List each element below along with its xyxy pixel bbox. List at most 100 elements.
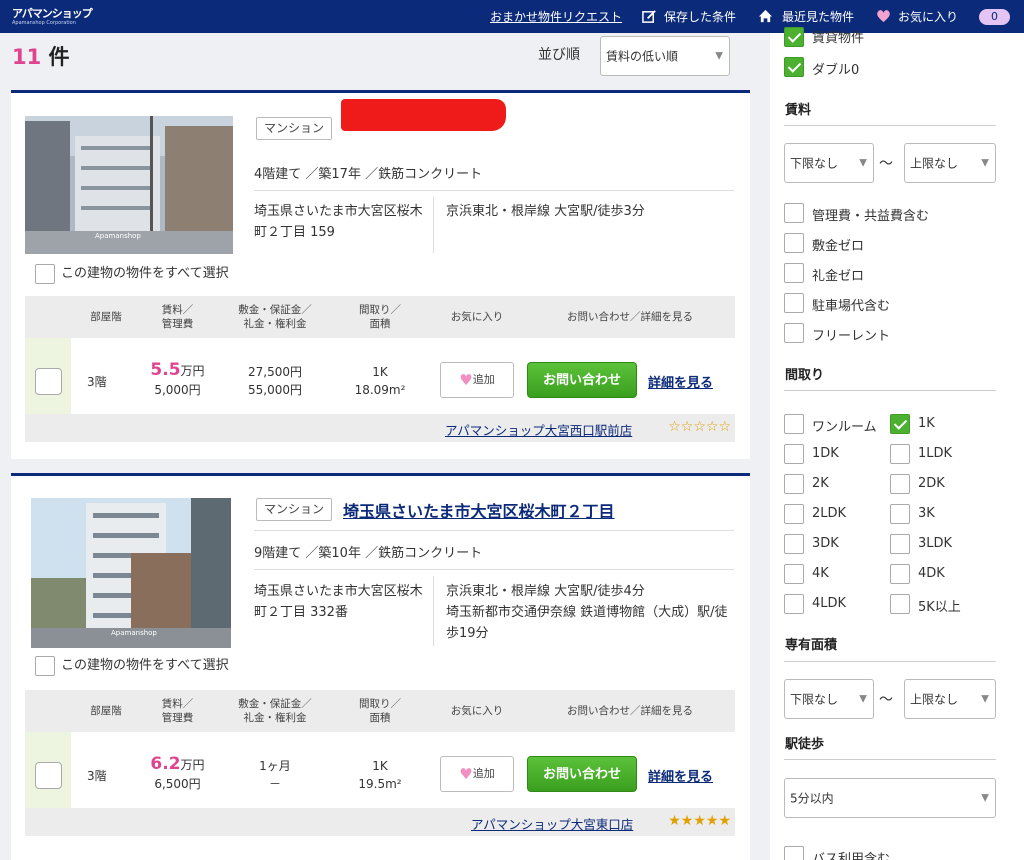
col-layout-line2: 面積 xyxy=(369,712,391,724)
chevron-down-icon: ▼ xyxy=(715,50,723,62)
area-max-select[interactable]: 上限なし ▼ xyxy=(904,679,996,719)
view-details-link[interactable]: 詳細を見る xyxy=(648,766,713,785)
checkbox-include-mgmt[interactable] xyxy=(784,203,804,223)
site-header: アパマンショップ Apamanshop Corporation おまかせ物件リク… xyxy=(0,0,1024,33)
select-all-building[interactable]: この建物の物件をすべて選択 xyxy=(35,654,229,676)
favorites-count-badge: 0 xyxy=(979,9,1010,25)
walk-time-select[interactable]: 5分以内 ▼ xyxy=(784,778,996,818)
divider xyxy=(433,197,434,253)
home-icon xyxy=(758,9,773,23)
shop-link[interactable]: アパマンショップ大宮東口店 xyxy=(471,814,633,833)
col-favorite: お気に入り xyxy=(450,311,504,323)
shop-link[interactable]: アパマンショップ大宮西口駅前店 xyxy=(445,420,632,439)
checkbox-include-bus[interactable] xyxy=(784,846,804,860)
add-favorite-button[interactable]: ♥追加 xyxy=(440,362,514,398)
area-max-value: 上限なし xyxy=(910,692,959,707)
unit-checkbox[interactable] xyxy=(35,762,62,789)
checkbox-include-parking[interactable] xyxy=(784,293,804,313)
col-favorite: お気に入り xyxy=(450,705,504,717)
checkbox-layout[interactable] xyxy=(890,594,910,614)
saved-conditions-link[interactable]: 保存した条件 xyxy=(642,8,736,25)
divider xyxy=(784,759,996,760)
checkbox-layout-label: 3K xyxy=(918,506,935,521)
key-money-value: － xyxy=(268,777,281,791)
property-photo[interactable]: Apamanshop xyxy=(25,116,233,254)
property-address: 埼玉県さいたま市大宮区桜木町２丁目 332番 xyxy=(254,584,423,620)
checkbox-free-rent-label: フリーレント xyxy=(812,329,891,344)
results-panel: 11 件 並び順 賃料の低い順 ▼ Apamanshop マンション 4階建て ／… xyxy=(0,33,770,860)
recent-viewed-link[interactable]: 最近見た物件 xyxy=(758,8,854,25)
sort-select[interactable]: 賃料の低い順 ▼ xyxy=(600,36,730,76)
property-type-badge: マンション xyxy=(256,117,332,140)
checkbox-layout[interactable] xyxy=(784,594,804,614)
photo-watermark: Apamanshop xyxy=(111,629,157,637)
rent-min-select[interactable]: 下限なし ▼ xyxy=(784,143,874,183)
area-min-value: 下限なし xyxy=(790,692,839,707)
rent-max-select[interactable]: 上限なし ▼ xyxy=(904,143,996,183)
view-details-link[interactable]: 詳細を見る xyxy=(648,372,713,391)
rent-max-value: 上限なし xyxy=(910,156,959,171)
layout-value: 1K xyxy=(372,759,388,773)
checkbox-layout[interactable] xyxy=(784,474,804,494)
add-favorite-button[interactable]: ♥追加 xyxy=(440,756,514,792)
station-access: 京浜東北・根岸線 大宮駅/徒歩4分 埼玉新都市交通伊奈線 鉄道博物館（大成）駅/… xyxy=(446,581,736,644)
rent-heading: 賃料 xyxy=(785,103,812,118)
checkbox-layout[interactable] xyxy=(784,444,804,464)
col-rent-line1: 賃料／ xyxy=(161,304,194,316)
walk-time-value: 5分以内 xyxy=(790,791,834,806)
search-filter-sidebar: 賃貸物件 ダブル0 賃料 下限なし ▼ ～ 上限なし ▼ 管理費・共益費含む 敷金ゼ… xyxy=(770,27,1024,860)
checkbox-layout[interactable] xyxy=(890,504,910,524)
select-all-building[interactable]: この建物の物件をすべて選択 xyxy=(35,262,229,284)
inquiry-button[interactable]: お問い合わせ xyxy=(527,756,637,792)
checkbox-layout[interactable] xyxy=(784,534,804,554)
divider xyxy=(784,125,996,126)
col-rent: 賃料／ 管理費 xyxy=(140,296,215,338)
col-layout-line1: 間取り／ xyxy=(359,698,401,710)
checkbox-include-parking-label: 駐車場代含む xyxy=(812,299,891,314)
checkbox-layout[interactable] xyxy=(784,504,804,524)
select-all-label: この建物の物件をすべて選択 xyxy=(61,658,229,673)
checkbox-layout[interactable] xyxy=(890,414,910,434)
checkbox-double-zero[interactable] xyxy=(784,57,804,77)
checkbox-no-deposit-label: 敷金ゼロ xyxy=(812,239,865,254)
saved-conditions-label: 保存した条件 xyxy=(664,10,737,24)
checkbox-layout[interactable] xyxy=(784,564,804,584)
favorites-link[interactable]: お気に入り xyxy=(876,8,958,25)
redacted-title xyxy=(341,99,506,131)
divider xyxy=(254,530,734,531)
checkbox-layout-label: 2DK xyxy=(918,476,945,491)
shop-rating-stars: ★★★★★ xyxy=(668,813,731,829)
request-link[interactable]: おまかせ物件リクエスト xyxy=(490,8,622,25)
checkbox-layout-label: 5K以上 xyxy=(918,600,961,615)
checkbox-layout[interactable] xyxy=(890,444,910,464)
property-title-link[interactable]: 埼玉県さいたま市大宮区桜木町２丁目 xyxy=(343,498,615,522)
checkbox-layout[interactable] xyxy=(890,474,910,494)
site-logo[interactable]: アパマンショップ Apamanshop Corporation xyxy=(10,4,93,28)
layout-heading: 間取り xyxy=(785,368,825,383)
result-count-unit: 件 xyxy=(48,45,70,69)
property-card: Apamanshop マンション 埼玉県さいたま市大宮区桜木町２丁目 9階建て … xyxy=(11,473,750,860)
checkbox-layout[interactable] xyxy=(890,534,910,554)
management-fee: 6,500円 xyxy=(154,777,201,791)
select-all-checkbox[interactable] xyxy=(35,655,55,676)
select-all-checkbox[interactable] xyxy=(35,263,55,284)
chevron-down-icon: ▼ xyxy=(981,792,989,804)
unit-checkbox[interactable] xyxy=(35,368,62,395)
unit-row: 3階 5.5万円 5,000円 27,500円 55,000円 1K 18.09m² … xyxy=(25,338,735,442)
checkbox-layout[interactable] xyxy=(890,564,910,584)
col-rent-line2: 管理費 xyxy=(161,712,194,724)
checkbox-no-deposit[interactable] xyxy=(784,233,804,253)
checkbox-layout-label: 3DK xyxy=(812,536,839,551)
checkbox-no-key-money[interactable] xyxy=(784,263,804,283)
checkbox-layout[interactable] xyxy=(784,414,804,434)
property-photo[interactable]: Apamanshop xyxy=(31,498,231,648)
inquiry-button[interactable]: お問い合わせ xyxy=(527,362,637,398)
checkbox-free-rent[interactable] xyxy=(784,323,804,343)
area-min-select[interactable]: 下限なし ▼ xyxy=(784,679,874,719)
checkbox-layout-label: 2K xyxy=(812,476,829,491)
checkbox-rental[interactable] xyxy=(784,27,804,47)
col-layout: 間取り／ 面積 xyxy=(345,296,415,338)
result-count-number: 11 xyxy=(12,45,42,69)
col-deposit: 敷金・保証金／ 礼金・権利金 xyxy=(230,296,320,338)
col-inquiry: お問い合わせ／詳細を見る xyxy=(567,311,693,323)
